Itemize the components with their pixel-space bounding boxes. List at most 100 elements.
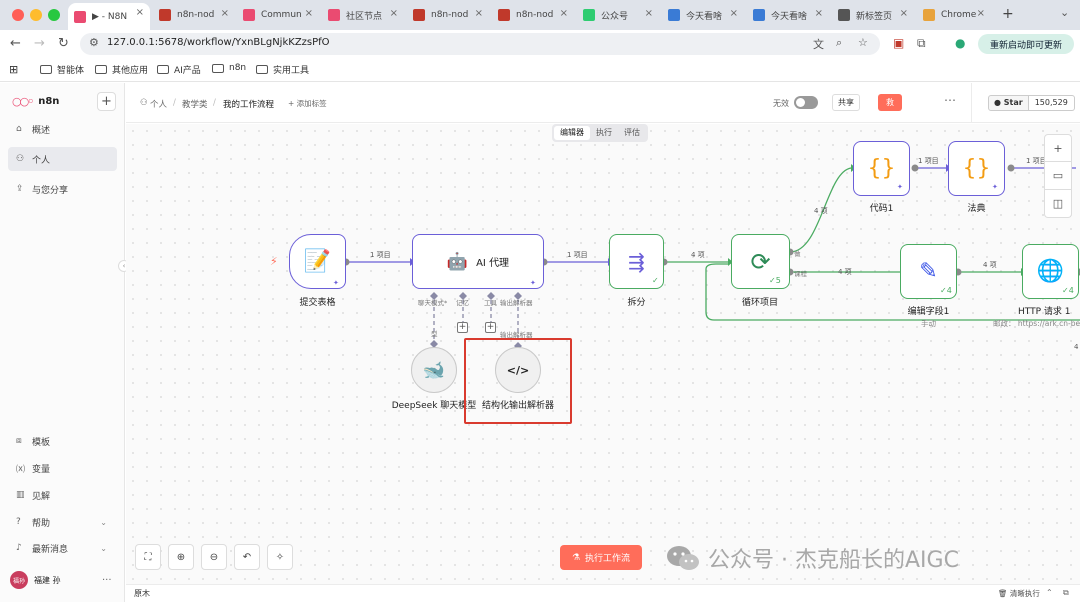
sidebar-item[interactable]: ♪ 最新消息 ⌄ (8, 536, 117, 560)
close-tab-icon[interactable]: × (560, 8, 568, 19)
add-memory-button[interactable]: + (457, 322, 468, 333)
tab-editor[interactable]: 编辑器 (554, 126, 590, 140)
extension-icon[interactable]: ▣ (893, 36, 904, 50)
close-tab-icon[interactable]: × (730, 8, 738, 19)
sidebar-item[interactable]: ⌂ 概述 (8, 117, 117, 141)
whale-icon: 🐋 (422, 359, 446, 381)
browser-tab[interactable]: ▶ - N8N × (68, 3, 150, 30)
browser-tab[interactable]: 今天看啥 × (662, 4, 744, 26)
tidy-up-icon[interactable]: ✧ (267, 544, 293, 570)
active-toggle[interactable] (794, 96, 818, 109)
translate-icon[interactable]: 文 (813, 36, 824, 52)
n8n-logo[interactable]: ○○◦ n8n (12, 95, 59, 108)
create-button[interactable]: + (97, 92, 116, 111)
browser-tab[interactable]: 社区节点 × (322, 4, 404, 26)
maximize-window-button[interactable] (48, 9, 60, 21)
clear-execution-button[interactable]: 🗑 清晰执行 (998, 588, 1040, 599)
close-tab-icon[interactable]: × (475, 8, 483, 19)
loop-icon: ⟳ (750, 247, 771, 276)
close-tab-icon[interactable]: × (900, 8, 908, 19)
close-window-button[interactable] (12, 9, 24, 21)
zoom-in-icon[interactable]: ⊕ (168, 544, 194, 570)
back-button[interactable]: ← (10, 36, 21, 51)
more-options-icon[interactable]: ⋯ (944, 93, 956, 107)
fit-view-icon[interactable]: ⛶ (135, 544, 161, 570)
close-tab-icon[interactable]: × (977, 8, 985, 19)
sidebar-item[interactable]: ⚇ 个人 (8, 147, 117, 171)
bookmark-folder[interactable]: AI产品 (157, 63, 201, 76)
tab-executions[interactable]: 执行 (590, 126, 618, 140)
add-node-button[interactable]: + (1044, 134, 1072, 162)
node-label: 提交表格 (299, 298, 336, 308)
browser-tab[interactable]: n8n-nod × (407, 4, 489, 26)
profile-icon[interactable]: ● (955, 36, 965, 50)
sticky-note-icon[interactable]: ▭ (1044, 162, 1072, 190)
browser-tab[interactable]: n8n-nod × (153, 4, 235, 26)
browser-tab[interactable]: 今天看啥 × (747, 4, 829, 26)
github-star-button[interactable]: ● Star 150,529 (988, 95, 1075, 111)
browser-tab[interactable]: 新标签页 × (832, 4, 914, 26)
trigger-lightning-icon: ⚡ (270, 255, 278, 268)
tab-title: n8n-nod (177, 10, 215, 20)
forward-button[interactable]: → (34, 36, 45, 51)
close-tab-icon[interactable]: × (390, 8, 398, 19)
address-bar[interactable]: ⚙ 127.0.0.1:5678/workflow/YxnBLgNjkKZzsP… (80, 33, 880, 55)
share-button[interactable]: 共享 (832, 94, 860, 111)
chevron-down-icon: ⌄ (100, 543, 107, 553)
close-tab-icon[interactable]: × (645, 8, 653, 19)
connection-label: 4 项 (691, 251, 705, 259)
bookmark-folder[interactable]: 其他应用 (95, 63, 148, 76)
breadcrumb-folder[interactable]: 教学类 (182, 98, 208, 110)
pin-icon: ✦ (897, 183, 903, 191)
pin-icon: ✦ (992, 183, 998, 191)
user-menu[interactable]: 福孙 福建 孙 (10, 571, 61, 589)
bookmark-folder[interactable]: 实用工具 (256, 63, 309, 76)
browser-tab[interactable]: 公众号 × (577, 4, 659, 26)
minimize-window-button[interactable] (30, 9, 42, 21)
sidebar-item[interactable]: ▥ 见解 (8, 483, 117, 507)
save-button[interactable]: 救 (878, 94, 902, 111)
node-ai-agent[interactable]: 🤖 AI 代理 (412, 234, 544, 289)
bookmark-folder[interactable]: n8n (212, 63, 246, 73)
add-tool-button[interactable]: + (485, 322, 496, 333)
puzzle-icon[interactable]: ⧉ (917, 36, 926, 51)
tab-evaluations[interactable]: 评估 (618, 126, 646, 140)
undo-icon[interactable]: ↶ (234, 544, 260, 570)
execute-workflow-button[interactable]: ⚗ 执行工作流 (560, 545, 642, 570)
sidebar-item[interactable]: ⧈ 模板 (8, 429, 117, 453)
browser-tab[interactable]: n8n-nod × (492, 4, 574, 26)
new-tab-button[interactable]: + (1002, 6, 1014, 22)
bookmark-star-icon[interactable]: ☆ (858, 36, 868, 49)
site-info-icon[interactable]: ⚙ (89, 36, 99, 49)
tab-title: ▶ - N8N (92, 11, 128, 22)
breadcrumb-personal[interactable]: 个人 (150, 98, 167, 110)
panel-toggle-icon[interactable]: ◫ (1044, 190, 1072, 218)
sidebar-item[interactable]: ? 帮助 ⌄ (8, 510, 117, 534)
node-loop-items[interactable]: ⟳ (731, 234, 790, 289)
bookmark-folder[interactable]: 智能体 (40, 63, 84, 76)
browser-tab[interactable]: Commun × (237, 4, 319, 26)
close-tab-icon[interactable]: × (221, 8, 229, 19)
sidebar-item[interactable]: ⇪ 与您分享 (8, 177, 117, 201)
flask-icon: ⚗ (571, 552, 581, 563)
close-tab-icon[interactable]: × (815, 8, 823, 19)
update-button[interactable]: 重新启动即可更新 (978, 34, 1074, 54)
reload-button[interactable]: ↻ (58, 36, 69, 51)
browser-tab[interactable]: Chrome × (917, 4, 991, 26)
more-icon[interactable]: ··· (102, 575, 112, 586)
apps-grid-icon[interactable]: ⊞ (9, 63, 18, 76)
workflow-canvas[interactable]: 编辑器 执行 评估 ⚡ 📝 ✦ 提交表格 🤖 AI 代理 ✦ 聊天模式* 记忆 … (126, 124, 1080, 584)
sidebar-item[interactable]: ⒳ 变量 (8, 456, 117, 480)
expand-logs-icon[interactable]: ⌃ (1046, 588, 1053, 597)
chevron-down-icon[interactable]: ⌄ (1060, 6, 1069, 19)
add-tag-link[interactable]: + 添加标签 (288, 98, 327, 109)
workflow-name[interactable]: 我的工作流程 (223, 98, 274, 110)
logs-bar[interactable]: 原木 🗑 清晰执行 ⌃ ⧉ (126, 584, 1080, 602)
braces-icon: {} (962, 156, 991, 181)
popout-logs-icon[interactable]: ⧉ (1063, 588, 1069, 598)
node-deepseek-model[interactable]: 🐋 (411, 347, 457, 393)
zoom-out-icon[interactable]: ⊖ (201, 544, 227, 570)
close-tab-icon[interactable]: × (136, 7, 144, 18)
zoom-icon[interactable]: ⌕ (836, 36, 842, 50)
close-tab-icon[interactable]: × (305, 8, 313, 19)
